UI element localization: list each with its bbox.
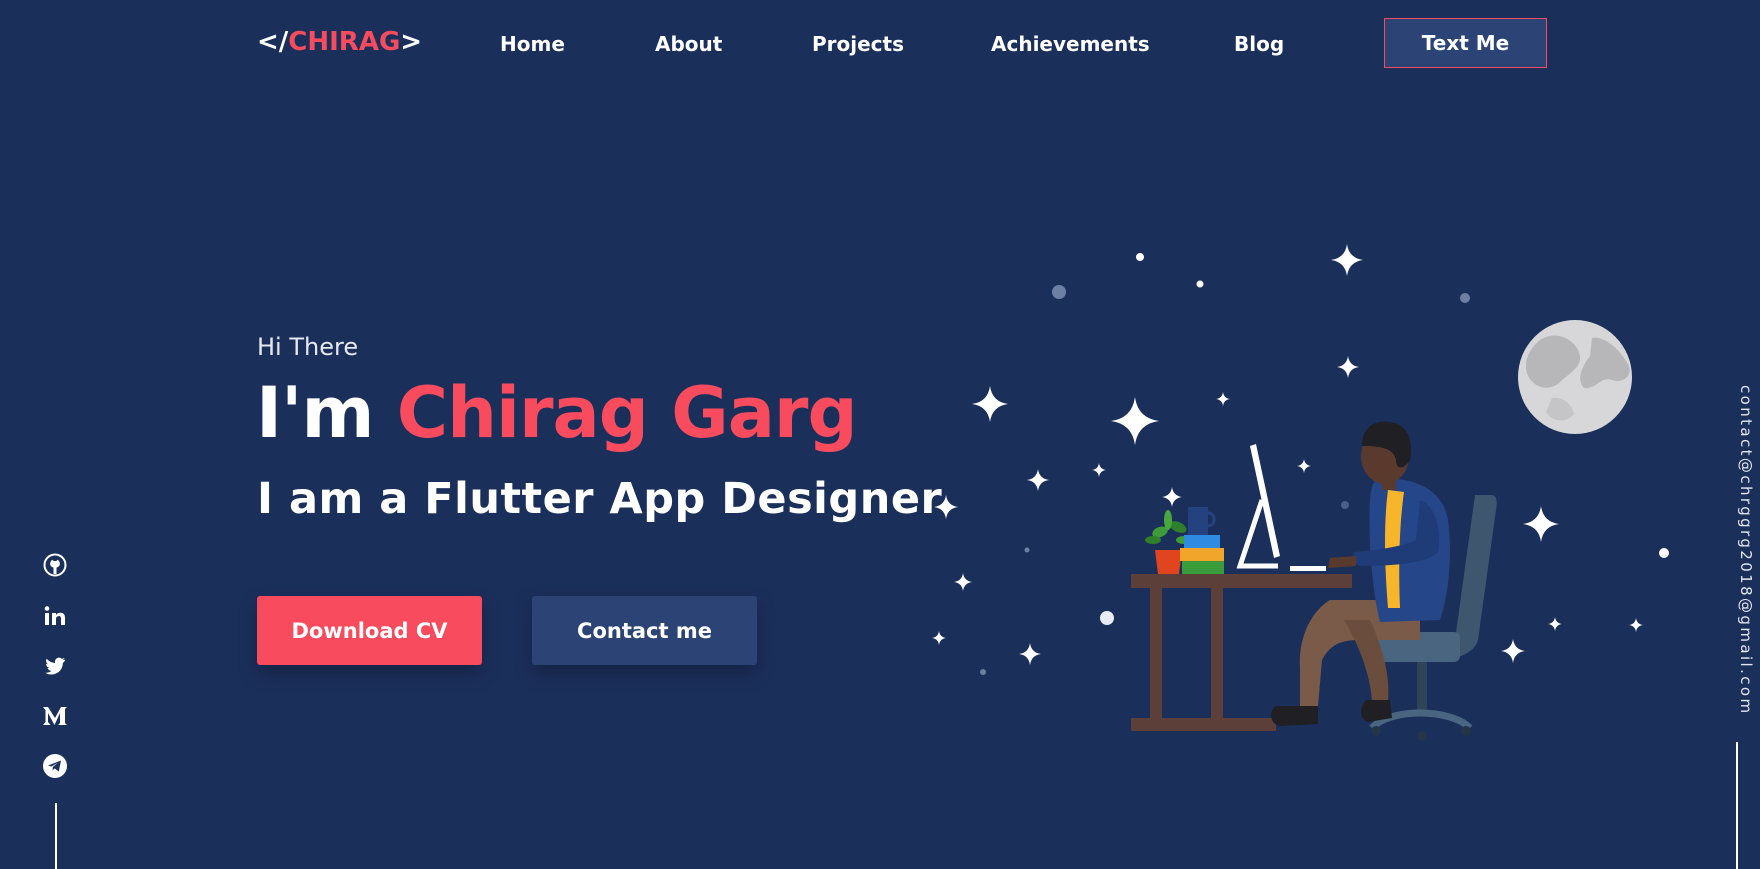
medium-icon[interactable] xyxy=(42,703,68,729)
hero-title: I'm Chirag Garg xyxy=(256,372,858,454)
moon xyxy=(1518,320,1632,434)
nav-link-blog[interactable]: Blog xyxy=(1234,32,1284,56)
telegram-icon[interactable] xyxy=(42,753,68,779)
computer xyxy=(1236,444,1326,571)
developer-at-desk-illustration xyxy=(932,244,1669,741)
logo-close-bracket: > xyxy=(400,27,423,57)
nav-link-about[interactable]: About xyxy=(655,32,722,56)
text-me-button[interactable]: Text Me xyxy=(1384,18,1547,68)
contact-email[interactable]: contact@chrggrg2018@gmail.com xyxy=(1725,385,1755,716)
hero-im: I'm xyxy=(256,372,397,454)
linkedin-icon[interactable] xyxy=(42,603,68,629)
hero-greeting: Hi There xyxy=(257,333,359,361)
logo-name: CHIRAG xyxy=(288,27,401,57)
stars xyxy=(932,244,1669,675)
top-navbar: </CHIRAG> Home About Projects Achievemen… xyxy=(0,0,1760,90)
hero-name: Chirag Garg xyxy=(396,372,858,454)
nav-link-home[interactable]: Home xyxy=(500,32,565,56)
left-divider-line xyxy=(55,803,57,869)
site-logo[interactable]: </CHIRAG> xyxy=(257,27,422,57)
twitter-icon[interactable] xyxy=(42,653,68,679)
logo-open-bracket: </ xyxy=(257,27,289,57)
right-divider-line xyxy=(1736,742,1738,869)
books-and-mug xyxy=(1180,507,1224,574)
hero-role: I am a Flutter App Designer xyxy=(257,474,943,524)
nav-link-achievements[interactable]: Achievements xyxy=(991,32,1150,56)
contact-me-button[interactable]: Contact me xyxy=(532,596,757,665)
nav-link-projects[interactable]: Projects xyxy=(812,32,904,56)
github-icon[interactable] xyxy=(42,552,68,578)
download-cv-button[interactable]: Download CV xyxy=(257,596,482,665)
